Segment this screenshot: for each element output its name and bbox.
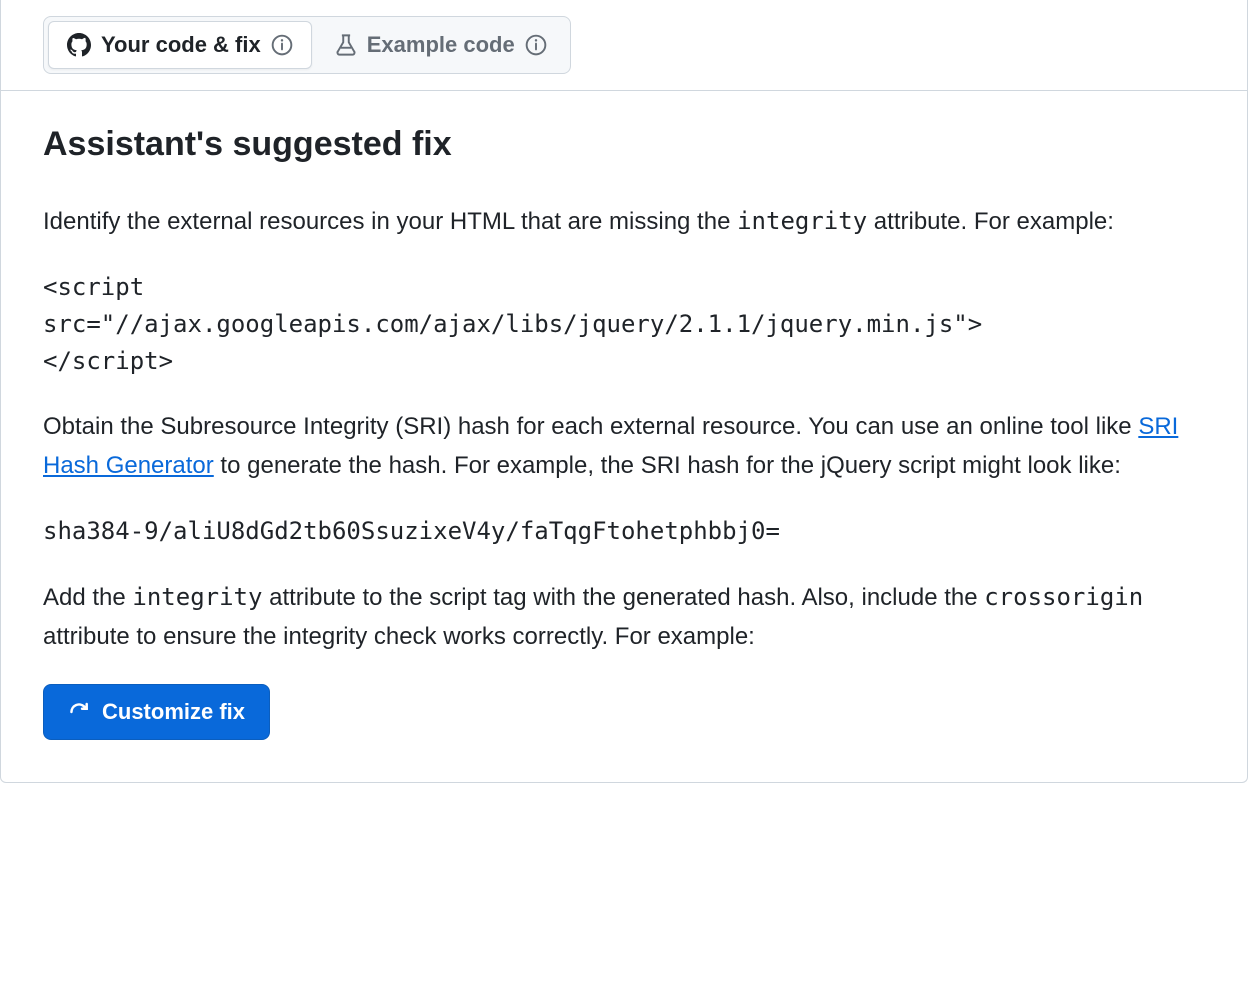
sri-text-1: Obtain the Subresource Integrity (SRI) h… — [43, 413, 1138, 440]
tab-your-code-label: Your code & fix — [101, 32, 261, 58]
attr-text-2: attribute to the script tag with the gen… — [262, 584, 984, 611]
attr-text-1: Add the — [43, 584, 132, 611]
panel: Your code & fix Example code Assistant's… — [0, 0, 1248, 783]
sri-text-2: to generate the hash. For example, the S… — [214, 452, 1121, 479]
tab-example-code-label: Example code — [367, 32, 515, 58]
content: Assistant's suggested fix Identify the e… — [1, 91, 1247, 782]
code-integrity-2: integrity — [132, 583, 262, 611]
tabs: Your code & fix Example code — [43, 16, 571, 74]
customize-fix-button[interactable]: Customize fix — [43, 684, 270, 740]
code-integrity: integrity — [737, 207, 867, 235]
attr-text-3: attribute to ensure the integrity check … — [43, 623, 755, 650]
refresh-icon — [68, 701, 90, 723]
tab-your-code[interactable]: Your code & fix — [48, 21, 312, 69]
tabs-wrap: Your code & fix Example code — [1, 0, 1247, 90]
add-attr-paragraph: Add the integrity attribute to the scrip… — [43, 578, 1205, 656]
intro-paragraph: Identify the external resources in your … — [43, 202, 1205, 241]
customize-fix-label: Customize fix — [102, 699, 245, 725]
tab-example-code[interactable]: Example code — [316, 21, 566, 69]
page-title: Assistant's suggested fix — [43, 123, 1205, 166]
beaker-icon — [335, 33, 357, 57]
code-block-script-example: <script src="//ajax.googleapis.com/ajax/… — [43, 269, 1205, 381]
info-icon — [271, 34, 293, 56]
code-block-hash: sha384-9/aliU8dGd2tb60SsuzixeV4y/faTqgFt… — [43, 513, 1205, 550]
github-icon — [67, 33, 91, 57]
code-crossorigin: crossorigin — [984, 583, 1143, 611]
info-icon — [525, 34, 547, 56]
sri-paragraph: Obtain the Subresource Integrity (SRI) h… — [43, 408, 1205, 485]
intro-text-1: Identify the external resources in your … — [43, 208, 737, 235]
intro-text-2: attribute. For example: — [867, 208, 1114, 235]
